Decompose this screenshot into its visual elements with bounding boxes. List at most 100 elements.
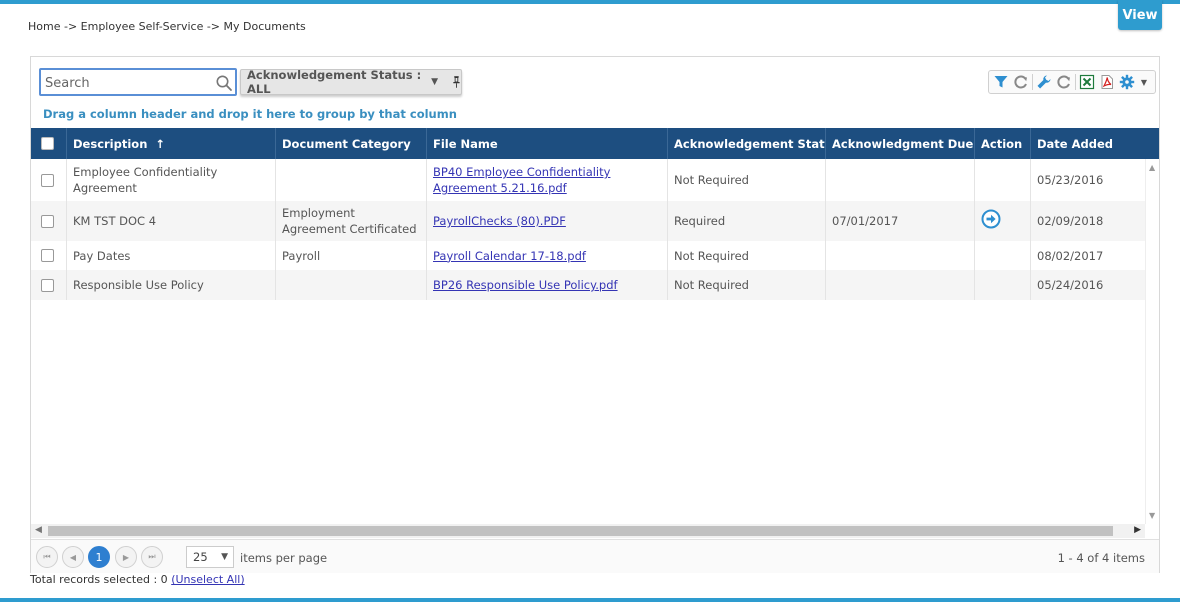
column-header-acknowledgement-status[interactable]: Acknowledgement Status: [668, 128, 826, 159]
column-header-file-name[interactable]: File Name: [427, 128, 668, 159]
file-name-cell: BP40 Employee Confidentiality Agreement …: [427, 159, 668, 201]
file-link[interactable]: BP26 Responsible Use Policy.pdf: [433, 277, 618, 293]
toolbar-divider: [1032, 74, 1033, 90]
ack-status-cell: Not Required: [668, 270, 826, 300]
action-cell: [975, 201, 1031, 241]
column-header-label: Document Category: [282, 136, 411, 151]
chevron-down-icon: ▼: [431, 77, 439, 87]
description-cell: Responsible Use Policy: [67, 270, 276, 300]
chevron-down-icon: ▼: [221, 552, 228, 562]
acknowledgement-status-filter[interactable]: Acknowledgement Status : ALL ▼: [240, 68, 462, 96]
scroll-left-icon[interactable]: ◀: [35, 525, 42, 535]
grid-toolbar: ▼: [988, 70, 1156, 94]
search-icon[interactable]: [215, 74, 233, 92]
file-name-cell: BP26 Responsible Use Policy.pdf: [427, 270, 668, 300]
refresh-filter-icon[interactable]: [1011, 72, 1031, 92]
table-row[interactable]: Responsible Use Policy BP26 Responsible …: [31, 270, 1145, 300]
row-checkbox[interactable]: [41, 214, 54, 228]
toolbar-divider: [1075, 74, 1076, 90]
column-header-label: Action: [981, 136, 1023, 151]
view-button[interactable]: View: [1118, 0, 1162, 30]
header-scroll-gap: [1145, 128, 1159, 159]
category-cell: Payroll: [276, 241, 427, 270]
items-per-page-label: items per page: [240, 551, 328, 565]
category-cell: Employment Agreement Certificated: [276, 201, 427, 241]
column-header-label: Date Added: [1037, 136, 1114, 151]
scroll-right-icon[interactable]: ▶: [1134, 525, 1141, 535]
next-page-button[interactable]: ▶: [115, 546, 137, 568]
scroll-down-icon[interactable]: ▼: [1149, 511, 1155, 520]
column-header-action[interactable]: Action: [975, 128, 1031, 159]
pager: ⏮ ◀ 1 ▶ ⏭ 25 ▼ items per page 1 - 4 of 4…: [31, 539, 1159, 573]
file-name-cell: PayrollChecks (80).PDF: [427, 201, 668, 241]
chevron-down-icon[interactable]: ▼: [1137, 72, 1151, 92]
pdf-export-icon[interactable]: [1097, 72, 1117, 92]
file-link[interactable]: PayrollChecks (80).PDF: [433, 213, 566, 229]
refresh-columns-icon[interactable]: [1054, 72, 1074, 92]
row-select-cell: [31, 159, 67, 201]
select-all-cell: [31, 128, 67, 159]
horizontal-scroll-thumb[interactable]: [48, 526, 1113, 536]
column-header-label: Description: [73, 136, 148, 151]
scroll-up-icon[interactable]: ▲: [1149, 163, 1155, 172]
description-cell: Pay Dates: [67, 241, 276, 270]
column-header-label: File Name: [433, 136, 498, 151]
grid-header: Description ↑ Document Category File Nam…: [31, 128, 1159, 159]
horizontal-scrollbar[interactable]: ◀ ▶: [31, 524, 1145, 538]
ack-status-cell: Not Required: [668, 159, 826, 201]
filter-icon[interactable]: [991, 72, 1011, 92]
row-checkbox[interactable]: [41, 249, 54, 262]
action-cell: [975, 159, 1031, 201]
table-row[interactable]: KM TST DOC 4 Employment Agreement Certif…: [31, 201, 1145, 241]
vertical-scrollbar[interactable]: ▲ ▼: [1145, 159, 1159, 524]
top-accent-bar: [0, 0, 1180, 4]
selection-summary: Total records selected : 0 (Unselect All…: [30, 573, 245, 586]
description-cell: Employee Confidentiality Agreement: [67, 159, 276, 201]
selection-count-label: Total records selected : 0: [30, 573, 168, 586]
search-input[interactable]: [45, 73, 215, 93]
search-box: [39, 68, 237, 96]
row-select-cell: [31, 241, 67, 270]
first-page-button[interactable]: ⏮: [36, 546, 58, 568]
file-name-cell: Payroll Calendar 17-18.pdf: [427, 241, 668, 270]
last-page-button[interactable]: ⏭: [141, 546, 163, 568]
date-added-cell: 05/23/2016: [1037, 173, 1104, 187]
excel-export-icon[interactable]: [1077, 72, 1097, 92]
acknowledge-arrow-icon[interactable]: [981, 209, 1001, 229]
current-page-button[interactable]: 1: [88, 546, 110, 568]
unselect-all-link[interactable]: (Unselect All): [171, 573, 244, 586]
select-all-checkbox[interactable]: [41, 137, 54, 150]
row-checkbox[interactable]: [41, 173, 54, 187]
file-link[interactable]: BP40 Employee Confidentiality Agreement …: [433, 164, 663, 196]
breadcrumb: Home -> Employee Self-Service -> My Docu…: [28, 20, 306, 33]
group-by-hint: Drag a column header and drop it here to…: [43, 107, 457, 121]
ack-status-cell: Required: [668, 201, 826, 241]
row-select-cell: [31, 201, 67, 241]
table-row[interactable]: Pay Dates Payroll Payroll Calendar 17-18…: [31, 241, 1145, 270]
file-link[interactable]: Payroll Calendar 17-18.pdf: [433, 248, 586, 264]
page-size-select[interactable]: 25 ▼: [186, 546, 234, 568]
pager-info: 1 - 4 of 4 items: [1057, 551, 1145, 565]
pin-icon[interactable]: [452, 75, 461, 89]
column-header-acknowledgment-due[interactable]: Acknowledgment Due...: [826, 128, 975, 159]
category-cell: [276, 270, 427, 300]
table-row[interactable]: Employee Confidentiality Agreement BP40 …: [31, 159, 1145, 201]
grid-body: Employee Confidentiality Agreement BP40 …: [31, 159, 1145, 524]
column-header-description[interactable]: Description ↑: [67, 128, 276, 159]
documents-panel: Acknowledgement Status : ALL ▼: [30, 56, 1160, 573]
column-header-label: Acknowledgement Status: [674, 136, 826, 151]
ack-due-cell: 07/01/2017: [826, 201, 975, 241]
page-size-value: 25: [193, 550, 208, 564]
gear-icon[interactable]: [1117, 72, 1137, 92]
previous-page-button[interactable]: ◀: [62, 546, 84, 568]
bottom-accent-bar: [0, 598, 1180, 602]
column-header-date-added[interactable]: Date Added: [1031, 128, 1145, 159]
row-checkbox[interactable]: [41, 278, 54, 292]
action-cell: [975, 270, 1031, 300]
wrench-icon[interactable]: [1034, 72, 1054, 92]
ack-due-cell: [826, 159, 975, 201]
date-added-cell: 05/24/2016: [1037, 278, 1104, 292]
action-cell: [975, 241, 1031, 270]
column-header-document-category[interactable]: Document Category: [276, 128, 427, 159]
ack-status-cell: Not Required: [668, 241, 826, 270]
